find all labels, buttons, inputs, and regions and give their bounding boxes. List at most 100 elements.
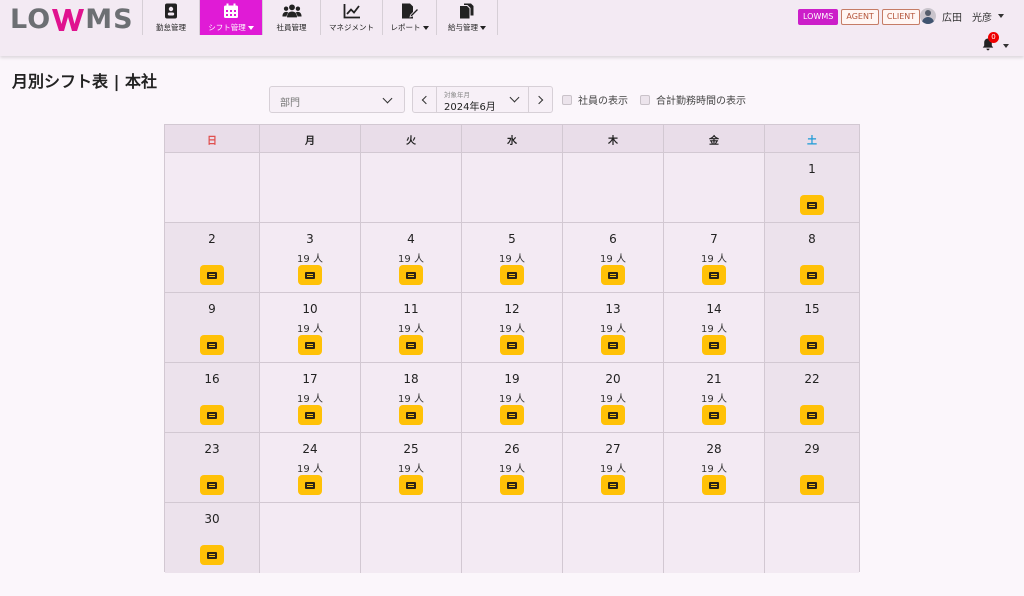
calendar-day-cell: 3 19 人: [260, 223, 361, 293]
day-detail-button[interactable]: [399, 475, 423, 495]
calendar-day-cell: 25 19 人: [361, 433, 462, 503]
nav-attendance[interactable]: 勤怠管理: [142, 0, 199, 35]
day-detail-button[interactable]: [298, 265, 322, 285]
calendar-day-cell: 1: [765, 153, 859, 223]
calendar-day-cell: 12 19 人: [462, 293, 563, 363]
day-detail-button[interactable]: [298, 405, 322, 425]
nav-employees[interactable]: 社員管理: [262, 0, 320, 35]
day-detail-button[interactable]: [399, 265, 423, 285]
staff-count: 19 人: [701, 324, 727, 335]
day-detail-button[interactable]: [601, 475, 625, 495]
day-detail-button[interactable]: [399, 335, 423, 355]
checkbox-box[interactable]: [562, 94, 572, 105]
day-detail-button[interactable]: [298, 475, 322, 495]
calendar-empty-cell: [361, 503, 462, 573]
list-icon: [305, 411, 315, 419]
checkbox-box[interactable]: [640, 94, 650, 105]
nav-payroll[interactable]: 給与管理: [436, 0, 498, 35]
user-menu[interactable]: 広田 光彦: [920, 8, 1004, 24]
list-icon: [709, 341, 719, 349]
list-icon: [507, 481, 517, 489]
calendar-day-cell: 15: [765, 293, 859, 363]
day-detail-button[interactable]: [800, 475, 824, 495]
day-detail-button[interactable]: [500, 405, 524, 425]
month-value: 2024年6月: [444, 102, 496, 113]
staff-count: 19 人: [701, 394, 727, 405]
day-detail-button[interactable]: [702, 265, 726, 285]
day-detail-button[interactable]: [800, 195, 824, 215]
day-detail-button[interactable]: [601, 405, 625, 425]
calendar-day-cell: 28 19 人: [664, 433, 765, 503]
client-badge[interactable]: CLIENT: [881, 9, 921, 25]
day-number: 4: [407, 232, 415, 246]
nav-label-row: マネジメント: [329, 22, 374, 33]
show-employees-checkbox[interactable]: 社員の表示: [562, 92, 628, 107]
day-detail-button[interactable]: [702, 335, 726, 355]
month-select[interactable]: 対象年月 2024年6月: [437, 87, 528, 113]
month-picker: 対象年月 2024年6月: [412, 86, 553, 113]
department-select[interactable]: 部門: [269, 86, 405, 113]
staff-count: 19 人: [600, 324, 626, 335]
calendar-day-cell: 7 19 人: [664, 223, 765, 293]
calendar-day-cell: 30: [165, 503, 260, 573]
day-detail-button[interactable]: [702, 475, 726, 495]
day-detail-button[interactable]: [200, 335, 224, 355]
staff-count: 19 人: [701, 254, 727, 265]
day-detail-button[interactable]: [500, 475, 524, 495]
calendar-empty-cell: [260, 153, 361, 223]
list-icon: [608, 341, 618, 349]
list-icon: [807, 411, 817, 419]
agent-badge[interactable]: AGENT: [841, 9, 879, 25]
nav-reports[interactable]: レポート: [382, 0, 436, 35]
nav-label: 社員管理: [276, 23, 307, 32]
lowms-badge[interactable]: LOWMS: [798, 9, 839, 25]
previous-month-button[interactable]: [413, 87, 437, 112]
weekday-header-cell: 水: [462, 125, 563, 153]
calendar-empty-cell: [462, 503, 563, 573]
day-detail-button[interactable]: [399, 405, 423, 425]
day-detail-button[interactable]: [298, 335, 322, 355]
day-number: 8: [808, 232, 816, 246]
day-detail-button[interactable]: [601, 265, 625, 285]
next-month-button[interactable]: [528, 87, 552, 112]
day-detail-button[interactable]: [200, 405, 224, 425]
chevron-down-icon: [480, 26, 486, 30]
weekday-header: 日月火水木金 土: [165, 125, 859, 153]
day-detail-button[interactable]: [200, 265, 224, 285]
day-detail-button[interactable]: [800, 335, 824, 355]
day-detail-button[interactable]: [200, 545, 224, 565]
day-detail-button[interactable]: [601, 335, 625, 355]
calendar-day-cell: 18 19 人: [361, 363, 462, 433]
nav-shift[interactable]: シフト管理: [199, 0, 262, 35]
notification-count: 0: [988, 32, 999, 43]
list-icon: [207, 411, 217, 419]
day-number: 29: [804, 442, 820, 456]
nav-management[interactable]: マネジメント: [320, 0, 382, 35]
day-number: 6: [609, 232, 617, 246]
day-number: 18: [403, 372, 419, 386]
report-pen-icon: [400, 2, 420, 20]
lowms-logo[interactable]: LO MS: [10, 5, 134, 35]
list-icon: [207, 341, 217, 349]
day-number: 7: [710, 232, 718, 246]
day-number: 9: [208, 302, 216, 316]
show-total-hours-checkbox[interactable]: 合計勤務時間の表示: [640, 92, 746, 107]
calendar-day-cell: 8: [765, 223, 859, 293]
line-chart-icon: [342, 2, 362, 20]
day-detail-button[interactable]: [500, 265, 524, 285]
weekday-header-cell: 木: [563, 125, 664, 153]
calendar-day-cell: 27 19 人: [563, 433, 664, 503]
list-icon: [507, 271, 517, 279]
calendar-day-cell: 16: [165, 363, 260, 433]
day-number: 17: [302, 372, 318, 386]
calendar-empty-cell: [664, 503, 765, 573]
day-detail-button[interactable]: [500, 335, 524, 355]
notifications-button[interactable]: 0: [981, 32, 1009, 54]
calendar-day-cell: 22: [765, 363, 859, 433]
list-icon: [807, 271, 817, 279]
day-detail-button[interactable]: [702, 405, 726, 425]
user-name: 広田 光彦: [942, 12, 992, 24]
day-detail-button[interactable]: [200, 475, 224, 495]
day-detail-button[interactable]: [800, 265, 824, 285]
day-detail-button[interactable]: [800, 405, 824, 425]
